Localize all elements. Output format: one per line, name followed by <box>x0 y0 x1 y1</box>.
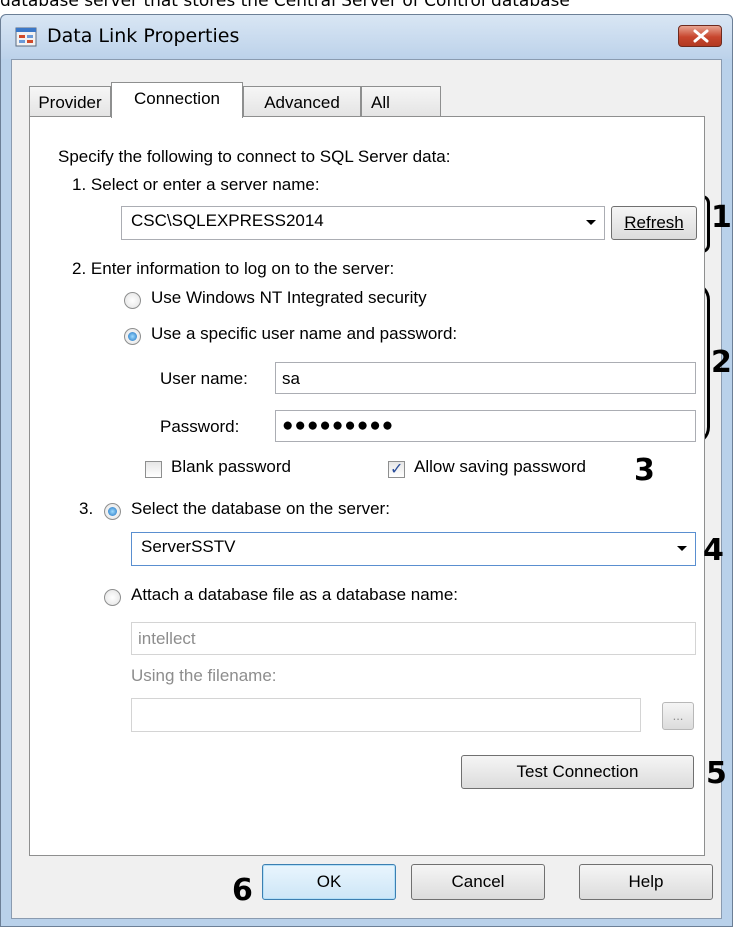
username-input[interactable]: sa <box>275 362 696 394</box>
close-button[interactable] <box>678 25 722 47</box>
database-value: ServerSSTV <box>141 537 236 556</box>
help-button[interactable]: Help <box>579 864 713 900</box>
tab-all[interactable]: All <box>361 86 441 118</box>
caption-strip: database server that stores the Central … <box>0 0 733 14</box>
step1-label: 1. Select or enter a server name: <box>72 175 320 194</box>
test-connection-button[interactable]: Test Connection <box>461 755 694 789</box>
tab-label: Advanced <box>264 93 340 112</box>
callout-5: 5 <box>706 756 727 791</box>
tab-label: All <box>371 93 390 112</box>
windows-security-label: Use Windows NT Integrated security <box>151 288 427 307</box>
password-label: Password: <box>160 417 240 436</box>
attach-db-label: Attach a database file as a database nam… <box>131 585 459 604</box>
filename-input[interactable] <box>131 698 641 732</box>
callout-1: 1 <box>711 200 732 235</box>
select-db-label: Select the database on the server: <box>131 499 390 518</box>
specific-user-radio[interactable] <box>124 328 141 345</box>
attach-db-radio[interactable] <box>104 589 121 606</box>
data-link-icon <box>15 27 37 47</box>
ok-label: OK <box>316 872 342 891</box>
test-connection-label: Test Connection <box>516 762 639 781</box>
specific-user-label: Use a specific user name and password: <box>151 324 458 343</box>
allow-saving-checkbox[interactable] <box>388 459 405 478</box>
username-value: sa <box>282 369 300 388</box>
tab-advanced[interactable]: Advanced <box>243 86 361 118</box>
attach-db-name-value: intellect <box>138 629 196 648</box>
password-value: ●●●●●●●●● <box>282 415 395 436</box>
dialog-window: Data Link Properties Provider Connection… <box>0 14 733 927</box>
browse-button[interactable]: ... <box>662 702 694 730</box>
tab-label: Connection <box>133 89 220 108</box>
blank-password-label: Blank password <box>171 457 292 476</box>
refresh-button[interactable]: Refresh <box>611 206 697 240</box>
tab-connection[interactable]: Connection <box>111 82 243 118</box>
attach-db-name-input[interactable]: intellect <box>131 622 696 655</box>
ok-button[interactable]: OK <box>262 864 396 900</box>
callout-6: 6 <box>232 873 253 908</box>
username-label: User name: <box>160 369 248 388</box>
server-name-combo[interactable]: CSC\SQLEXPRESS2014 <box>121 206 605 240</box>
dialog-client: Provider Connection Advanced All Specify… <box>11 59 722 919</box>
refresh-label: Refresh <box>624 213 684 232</box>
callout-4: 4 <box>703 533 724 568</box>
window-title: Data Link Properties <box>47 25 240 47</box>
tab-label: Provider <box>38 93 102 112</box>
close-icon <box>693 29 709 43</box>
select-db-radio[interactable] <box>104 503 121 520</box>
help-label: Help <box>628 872 664 891</box>
chevron-down-icon[interactable] <box>677 546 687 551</box>
caption-text: database server that stores the Central … <box>0 0 570 11</box>
step2-label: 2. Enter information to log on to the se… <box>72 259 395 278</box>
database-combo[interactable]: ServerSSTV <box>131 532 696 566</box>
tab-provider[interactable]: Provider <box>29 86 111 118</box>
step3-prefix: 3. <box>79 499 94 518</box>
intro-text: Specify the following to connect to SQL … <box>58 147 451 166</box>
chevron-down-icon[interactable] <box>586 220 596 225</box>
cancel-label: Cancel <box>451 872 505 891</box>
windows-security-radio[interactable] <box>124 292 141 309</box>
callout-2: 2 <box>711 345 732 380</box>
browse-label: ... <box>672 708 684 723</box>
title-bar[interactable]: Data Link Properties <box>1 15 732 59</box>
cancel-button[interactable]: Cancel <box>411 864 545 900</box>
blank-password-checkbox[interactable] <box>145 461 162 478</box>
allow-saving-label: Allow saving password <box>414 457 586 476</box>
connection-panel: Specify the following to connect to SQL … <box>29 116 705 856</box>
callout-3: 3 <box>634 453 655 488</box>
password-input[interactable]: ●●●●●●●●● <box>275 410 696 442</box>
filename-label: Using the filename: <box>131 666 277 685</box>
server-name-value: CSC\SQLEXPRESS2014 <box>131 211 324 230</box>
